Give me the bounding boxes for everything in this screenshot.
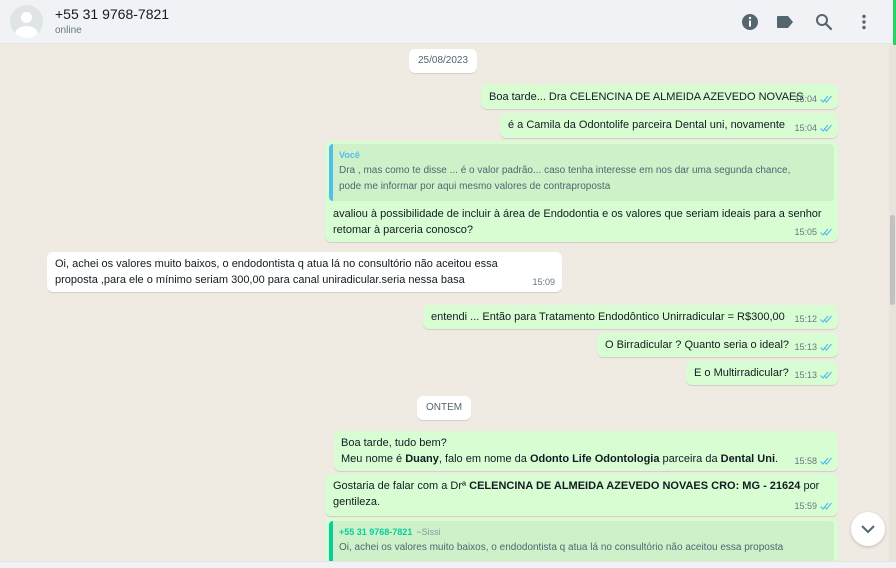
date-separator: 25/08/2023: [409, 49, 478, 73]
message-time: 15:58: [794, 456, 817, 466]
read-ticks-icon: [820, 95, 832, 103]
read-ticks-icon: [820, 502, 832, 510]
message-meta: 15:04: [794, 120, 832, 136]
message-meta: 15:13: [794, 367, 832, 383]
bold-text-run: Odonto Life Odontologia: [529, 453, 660, 465]
message-text-line: Meu nome é Duany, falo em nome da Odonto…: [341, 451, 778, 467]
outgoing-message[interactable]: entendi ... Então para Tratamento Endodô…: [423, 305, 838, 329]
date-separator: ONTEM: [417, 396, 472, 420]
quoted-text-line: pode me informar por aqui mesmo valores …: [339, 181, 611, 192]
bold-text-run: Duany: [405, 453, 439, 465]
quoted-author: Você: [339, 150, 360, 160]
read-ticks-icon: [820, 457, 832, 465]
quoted-message[interactable]: Você Dra , mas como te disse ... é o val…: [329, 144, 834, 201]
menu-icon[interactable]: [854, 12, 874, 32]
avatar-body-shape: [15, 26, 38, 38]
message-meta: 15:09: [532, 274, 555, 290]
quoted-message[interactable]: +55 31 9768-7821 ~Sissi Oi, achei os valo…: [329, 521, 834, 561]
message-text: é a Camila da Odontolife parceira Dental…: [508, 119, 785, 131]
text-run: Gostaria de falar com a Drª: [333, 480, 470, 492]
read-ticks-icon: [820, 124, 832, 132]
outgoing-reply-message[interactable]: +55 31 9768-7821 ~Sissi Oi, achei os valo…: [325, 518, 838, 561]
incoming-message[interactable]: Oi, achei os valores muito baixos, o end…: [47, 252, 562, 292]
text-run: .: [775, 453, 779, 465]
message-text-line: Boa tarde, tudo bem?: [341, 437, 447, 449]
composer-edge: [0, 561, 896, 568]
message-time: 15:04: [794, 123, 817, 133]
message-meta: 15:58: [794, 453, 832, 469]
outgoing-message[interactable]: Boa tarde... Dra CELENCINA DE ALMEIDA AZ…: [481, 84, 838, 109]
outgoing-message[interactable]: Gostaria de falar com a Drª CELENCINA DE…: [325, 474, 838, 516]
contact-status: online: [55, 25, 82, 36]
message-text-line: retomar à parceria conosco?: [333, 224, 474, 236]
message-text: E o Multirradicular?: [694, 367, 789, 379]
message-text-line: gentileza.: [333, 496, 381, 508]
message-time: 15:13: [794, 342, 817, 352]
label-icon[interactable]: [775, 12, 795, 32]
text-run: Meu nome é: [341, 453, 406, 465]
outgoing-message[interactable]: E o Multirradicular? 15:13: [686, 361, 838, 385]
info-icon[interactable]: [740, 12, 760, 32]
contact-avatar[interactable]: [10, 5, 43, 38]
search-icon[interactable]: [814, 12, 834, 32]
message-meta: 15:13: [794, 339, 832, 355]
message-time: 15:59: [794, 501, 817, 511]
message-text-line: Gostaria de falar com a Drª CELENCINA DE…: [333, 478, 819, 494]
quoted-text-line: Dra , mas como te disse ... é o valor pa…: [339, 165, 791, 176]
text-run: , falo em nome da: [438, 453, 530, 465]
message-meta: 15:12: [794, 311, 832, 327]
outgoing-message[interactable]: é a Camila da Odontolife parceira Dental…: [500, 113, 838, 138]
chevron-down-icon: [861, 525, 875, 534]
read-ticks-icon: [820, 343, 832, 351]
avatar-head-shape: [21, 12, 32, 23]
scrollbar-thumb[interactable]: [890, 215, 895, 305]
read-ticks-icon: [820, 228, 832, 236]
contact-name[interactable]: +55 31 9768-7821: [55, 6, 169, 22]
scroll-to-bottom-button[interactable]: [851, 512, 885, 546]
quoted-author-number: +55 31 9768-7821: [339, 527, 413, 537]
message-time: 15:04: [794, 94, 817, 104]
message-time: 15:12: [794, 314, 817, 324]
message-text: O Birradicular ? Quanto seria o ideal?: [605, 339, 790, 351]
message-meta: 15:04: [794, 91, 832, 107]
message-text: entendi ... Então para Tratamento Endodô…: [431, 311, 785, 323]
message-time: 15:09: [532, 277, 555, 287]
read-ticks-icon: [820, 371, 832, 379]
message-meta: 15:59: [794, 498, 832, 514]
message-time: 15:13: [794, 370, 817, 380]
message-text-line: Oi, achei os valores muito baixos, o end…: [55, 258, 498, 270]
outgoing-message[interactable]: Boa tarde, tudo bem? Meu nome é Duany, f…: [334, 431, 838, 471]
read-ticks-icon: [820, 315, 832, 323]
quoted-author: +55 31 9768-7821 ~Sissi: [339, 524, 828, 540]
message-text-line: avaliou à possibilidade de incluir à áre…: [333, 208, 822, 220]
text-run: parceira da: [659, 453, 721, 465]
quoted-author-pushname: ~Sissi: [416, 527, 441, 537]
message-text-line: proposta ,para ele o mínimo seriam 300,0…: [55, 274, 465, 286]
bold-text-run: CELENCINA DE ALMEIDA AZEVEDO NOVAES CRO:…: [469, 480, 801, 492]
chat-header: +55 31 9768-7821 online: [0, 0, 896, 44]
message-time: 15:05: [794, 227, 817, 237]
message-text: Boa tarde... Dra CELENCINA DE ALMEIDA AZ…: [489, 91, 804, 103]
outgoing-message[interactable]: O Birradicular ? Quanto seria o ideal? 1…: [597, 333, 838, 357]
bold-text-run: Dental Uni: [720, 453, 776, 465]
quoted-text-line: Oi, achei os valores muito baixos, o end…: [339, 542, 784, 553]
chat-scrollbar[interactable]: [889, 45, 896, 561]
outgoing-reply-message[interactable]: Você Dra , mas como te disse ... é o val…: [325, 141, 838, 242]
message-list: 25/08/2023 Boa tarde... Dra CELENCINA DE…: [0, 45, 890, 561]
text-run: por: [800, 480, 820, 492]
message-meta: 15:05: [794, 224, 832, 240]
